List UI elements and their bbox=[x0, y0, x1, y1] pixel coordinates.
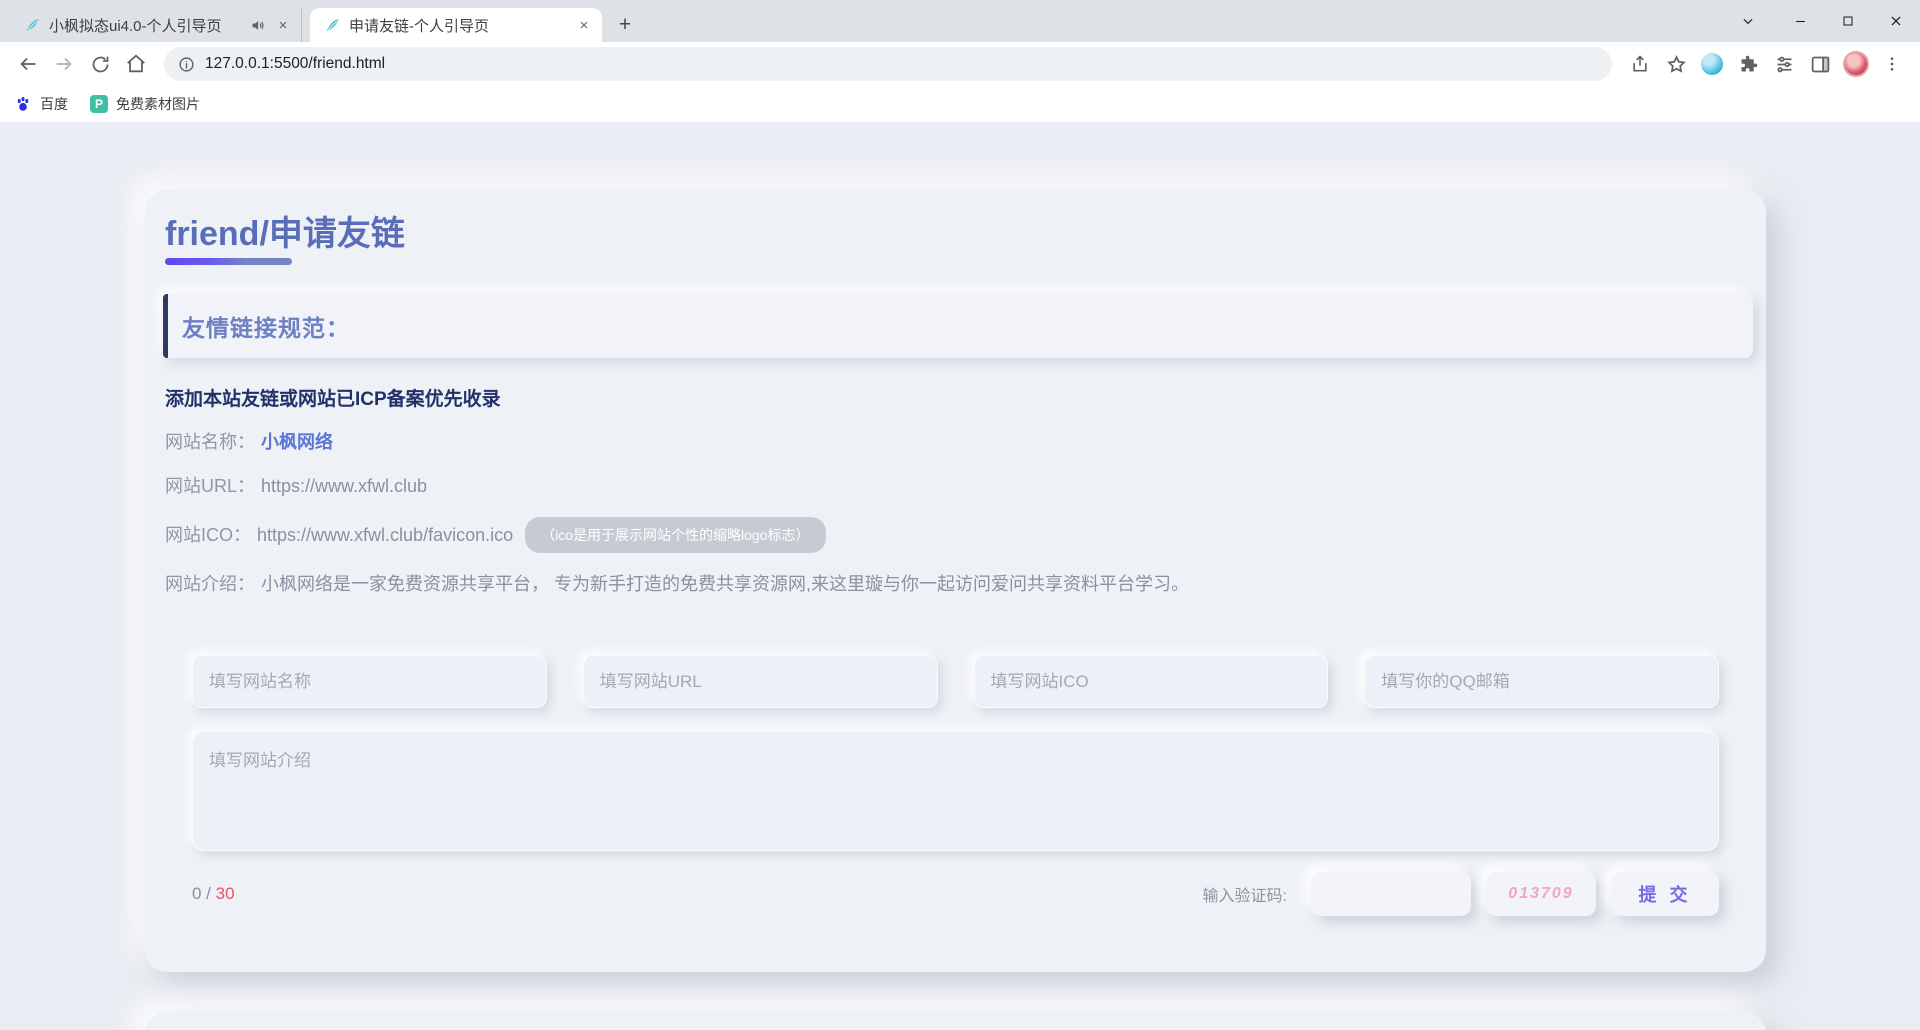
site-name-label: 网站名称： bbox=[165, 429, 255, 455]
site-favicon-icon bbox=[24, 17, 41, 34]
tab-friend-active[interactable]: 申请友链-个人引导页 × bbox=[310, 8, 602, 42]
tab-close-icon[interactable]: × bbox=[574, 15, 594, 35]
menu-dots-icon[interactable] bbox=[1874, 46, 1910, 82]
ico-hint-badge: （ico是用于展示网站个性的缩略logo标志） bbox=[525, 517, 825, 553]
url-text[interactable]: 127.0.0.1:5500/friend.html bbox=[205, 55, 385, 73]
reload-icon[interactable] bbox=[82, 46, 118, 82]
bookmark-free-material[interactable]: P 免费素材图片 bbox=[90, 94, 200, 114]
site-desc-value: 小枫网络是一家免费资源共享平台， 专为新手打造的免费共享资源网,来这里璇与你一起… bbox=[261, 571, 1189, 597]
forward-icon[interactable] bbox=[46, 46, 82, 82]
title-underline bbox=[165, 258, 292, 265]
back-icon[interactable] bbox=[10, 46, 46, 82]
maximize-icon[interactable] bbox=[1824, 0, 1872, 42]
tab-audio-icon[interactable] bbox=[250, 18, 265, 33]
baidu-paw-icon bbox=[14, 95, 32, 113]
page-title: friend/申请友链 bbox=[165, 214, 1748, 254]
site-url-line: 网站URL： https://www.xfwl.club bbox=[165, 473, 1748, 499]
site-info-icon[interactable] bbox=[178, 56, 195, 73]
tab-close-icon[interactable]: × bbox=[273, 15, 293, 35]
bookmark-star-icon[interactable] bbox=[1658, 46, 1694, 82]
rules-header-text: 友情链接规范： bbox=[182, 309, 350, 343]
rules-section-header: 友情链接规范： bbox=[163, 294, 1753, 358]
site-name-input[interactable] bbox=[192, 655, 547, 708]
captcha-label: 输入验证码: bbox=[1203, 882, 1287, 906]
bookmarks-bar: 百度 P 免费素材图片 bbox=[0, 86, 1920, 122]
notice-text: 添加本站友链或网站已ICP备案优先收录 bbox=[165, 384, 1748, 411]
tab-strip: 小枫拟态ui4.0-个人引导页 × 申请友链-个人引导页 × + bbox=[0, 0, 1920, 42]
form-input-row bbox=[192, 655, 1719, 708]
counter-max: 30 bbox=[216, 884, 235, 903]
side-panel-icon[interactable] bbox=[1802, 46, 1838, 82]
new-tab-button[interactable]: + bbox=[610, 10, 640, 40]
p-letter-icon: P bbox=[90, 95, 108, 113]
site-name-line: 网站名称： 小枫网络 bbox=[165, 429, 1748, 455]
share-icon[interactable] bbox=[1622, 46, 1658, 82]
page-viewport: friend/申请友链 友情链接规范： 添加本站友链或网站已ICP备案优先收录 … bbox=[0, 122, 1920, 1030]
address-bar[interactable]: 127.0.0.1:5500/friend.html bbox=[164, 47, 1612, 81]
apply-form: 0 / 30 输入验证码: 013709 提 交 bbox=[163, 655, 1748, 916]
bookmark-label: 免费素材图片 bbox=[116, 94, 200, 114]
friend-link-card: friend/申请友链 友情链接规范： 添加本站友链或网站已ICP备案优先收录 … bbox=[145, 190, 1766, 972]
minimize-icon[interactable] bbox=[1776, 0, 1824, 42]
tab-home[interactable]: 小枫拟态ui4.0-个人引导页 × bbox=[10, 8, 302, 42]
profile-avatar[interactable] bbox=[1838, 46, 1874, 82]
captcha-group: 输入验证码: 013709 提 交 bbox=[1203, 872, 1719, 916]
home-icon[interactable] bbox=[118, 46, 154, 82]
site-url-value: https://www.xfwl.club bbox=[261, 473, 427, 499]
form-bottom-row: 0 / 30 输入验证码: 013709 提 交 bbox=[192, 872, 1719, 916]
next-section-card bbox=[145, 1012, 1766, 1030]
tab-title: 小枫拟态ui4.0-个人引导页 bbox=[49, 15, 242, 36]
site-url-label: 网站URL： bbox=[165, 473, 255, 499]
bookmark-baidu[interactable]: 百度 bbox=[14, 94, 68, 114]
qq-email-input[interactable] bbox=[1364, 655, 1719, 708]
captcha-code-box[interactable]: 013709 bbox=[1486, 872, 1596, 916]
browser-toolbar: 127.0.0.1:5500/friend.html bbox=[0, 42, 1920, 86]
site-desc-line: 网站介绍： 小枫网络是一家免费资源共享平台， 专为新手打造的免费共享资源网,来这… bbox=[165, 571, 1748, 597]
site-name-link[interactable]: 小枫网络 bbox=[261, 429, 333, 455]
counter-current: 0 / bbox=[192, 884, 216, 903]
extension-circle-icon[interactable] bbox=[1694, 46, 1730, 82]
site-desc-label: 网站介绍： bbox=[165, 571, 255, 597]
site-favicon-icon bbox=[324, 17, 341, 34]
tab-search-chevron-icon[interactable] bbox=[1728, 0, 1768, 42]
site-ico-value: https://www.xfwl.club/favicon.ico bbox=[257, 522, 513, 548]
submit-button[interactable]: 提 交 bbox=[1611, 872, 1719, 916]
site-url-input[interactable] bbox=[583, 655, 938, 708]
bookmark-label: 百度 bbox=[40, 94, 68, 114]
site-desc-textarea[interactable] bbox=[192, 731, 1719, 851]
extensions-puzzle-icon[interactable] bbox=[1730, 46, 1766, 82]
site-ico-input[interactable] bbox=[974, 655, 1329, 708]
site-ico-label: 网站ICO： bbox=[165, 522, 251, 548]
close-window-icon[interactable] bbox=[1872, 0, 1920, 42]
sliders-icon[interactable] bbox=[1766, 46, 1802, 82]
tab-title: 申请友链-个人引导页 bbox=[349, 15, 566, 36]
window-controls bbox=[1728, 0, 1920, 42]
char-counter: 0 / 30 bbox=[192, 884, 235, 904]
captcha-input[interactable] bbox=[1311, 872, 1471, 916]
site-ico-line: 网站ICO： https://www.xfwl.club/favicon.ico… bbox=[165, 517, 1748, 553]
